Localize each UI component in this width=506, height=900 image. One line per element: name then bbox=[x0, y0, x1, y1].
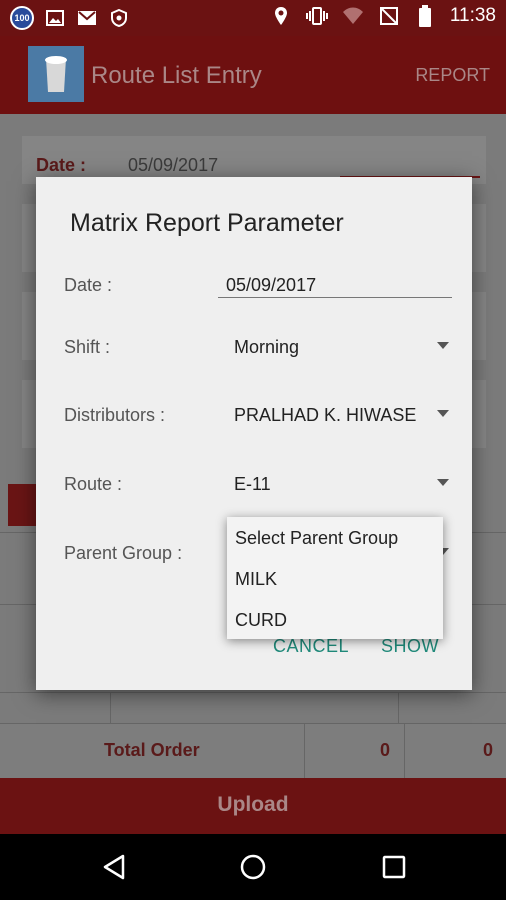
app-logo bbox=[28, 46, 84, 102]
upload-label: Upload bbox=[217, 793, 289, 816]
report-button[interactable]: REPORT bbox=[415, 65, 490, 86]
distributors-label: Distributors : bbox=[64, 405, 166, 425]
upload-button[interactable]: Upload bbox=[0, 778, 506, 834]
dropdown-option-curd[interactable]: CURD bbox=[235, 610, 287, 631]
route-chevron-down-icon[interactable] bbox=[437, 479, 449, 486]
total-order-value-1: 0 bbox=[380, 740, 391, 760]
total-order-value-2: 0 bbox=[483, 740, 494, 760]
shift-chevron-down-icon[interactable] bbox=[437, 342, 449, 349]
battery-icon bbox=[414, 5, 436, 27]
battery-saver-badge-icon: 100 bbox=[10, 6, 34, 30]
home-nav-icon[interactable] bbox=[236, 850, 270, 884]
clock: 11:38 bbox=[449, 5, 496, 26]
distributors-select[interactable]: PRALHAD K. HIWASE bbox=[234, 405, 416, 426]
route-select[interactable]: E-11 bbox=[234, 474, 271, 495]
background-date-value: 05/09/2017 bbox=[128, 155, 219, 175]
wifi-icon bbox=[342, 5, 364, 27]
status-bar: 100 11:38 bbox=[0, 0, 506, 36]
shield-notification-icon bbox=[108, 7, 130, 29]
dropdown-option-milk[interactable]: MILK bbox=[235, 569, 277, 590]
vibrate-icon bbox=[305, 5, 328, 27]
total-order-label: Total Order bbox=[104, 740, 200, 760]
parent-group-label: Parent Group : bbox=[64, 543, 183, 563]
location-icon bbox=[270, 5, 292, 27]
back-nav-icon[interactable] bbox=[97, 850, 131, 884]
show-button[interactable]: SHOW bbox=[381, 636, 439, 657]
cancel-button[interactable]: CANCEL bbox=[273, 636, 349, 657]
dropdown-option-select-parent-group[interactable]: Select Parent Group bbox=[235, 528, 398, 549]
date-label: Date : bbox=[64, 275, 113, 295]
recents-nav-icon[interactable] bbox=[377, 850, 411, 884]
app-title: Route List Entry bbox=[91, 62, 262, 89]
gmail-notification-icon bbox=[76, 7, 98, 29]
app-bar: Route List Entry REPORT bbox=[0, 36, 506, 114]
distributors-chevron-down-icon[interactable] bbox=[437, 410, 449, 417]
shift-label: Shift : bbox=[64, 337, 111, 357]
image-notification-icon bbox=[44, 7, 66, 29]
background-date-label: Date : bbox=[36, 155, 87, 175]
parent-group-dropdown: Select Parent Group MILK CURD bbox=[227, 517, 443, 639]
dialog-title: Matrix Report Parameter bbox=[70, 209, 344, 237]
no-signal-icon bbox=[378, 5, 400, 27]
route-label: Route : bbox=[64, 474, 123, 494]
add-button[interactable] bbox=[8, 484, 38, 526]
shift-select[interactable]: Morning bbox=[234, 337, 299, 358]
date-input[interactable]: 05/09/2017 bbox=[226, 275, 316, 296]
total-row bbox=[0, 723, 506, 778]
navigation-bar bbox=[0, 834, 506, 900]
date-input-underline bbox=[218, 297, 452, 298]
